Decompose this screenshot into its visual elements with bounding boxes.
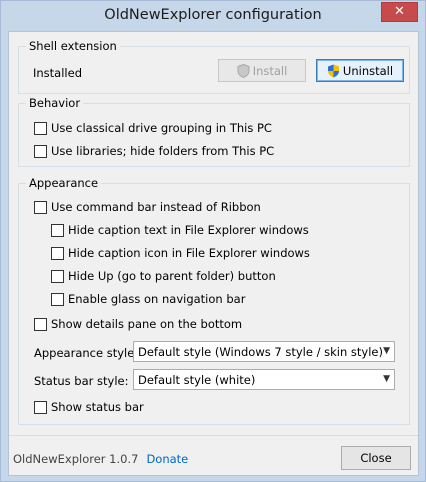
hide-up-button-checkbox[interactable]: [51, 269, 64, 283]
shield-icon: [327, 64, 339, 77]
window-title: OldNewExplorer configuration: [104, 7, 322, 23]
command-bar-option[interactable]: Use command bar instead of Ribbon: [34, 200, 261, 214]
window-close-button[interactable]: ✕: [381, 2, 418, 22]
close-button[interactable]: Close: [341, 446, 411, 470]
close-icon: ✕: [394, 4, 405, 19]
appearance-group: Appearance Use command bar instead of Ri…: [18, 176, 410, 425]
show-status-bar-label: Show status bar: [51, 400, 144, 414]
hide-up-button-label: Hide Up (go to parent folder) button: [68, 269, 276, 283]
show-status-bar-option[interactable]: Show status bar: [34, 400, 144, 414]
use-libraries-option[interactable]: Use libraries; hide folders from This PC: [34, 144, 274, 158]
install-button[interactable]: Install: [218, 59, 306, 82]
classical-drive-grouping-label: Use classical drive grouping in This PC: [51, 121, 272, 135]
hide-caption-icon-label: Hide caption icon in File Explorer windo…: [68, 246, 310, 260]
details-pane-label: Show details pane on the bottom: [51, 317, 243, 331]
details-pane-checkbox[interactable]: [34, 317, 47, 331]
shell-extension-group: Shell extension Installed Install Uninst…: [18, 39, 410, 94]
hide-caption-text-checkbox[interactable]: [51, 223, 64, 237]
donate-link[interactable]: Donate: [146, 452, 188, 466]
appearance-group-label: Appearance: [26, 176, 102, 190]
hide-up-button-option[interactable]: Hide Up (go to parent folder) button: [51, 269, 276, 283]
classical-drive-grouping-option[interactable]: Use classical drive grouping in This PC: [34, 121, 272, 135]
details-pane-option[interactable]: Show details pane on the bottom: [34, 317, 242, 331]
config-window: OldNewExplorer configuration ✕ Shell ext…: [0, 0, 426, 482]
footer-divider: [9, 435, 418, 436]
appearance-style-select[interactable]: Default style (Windows 7 style / skin st…: [133, 341, 395, 362]
hide-caption-text-option[interactable]: Hide caption text in File Explorer windo…: [51, 223, 309, 237]
use-libraries-label: Use libraries; hide folders from This PC: [51, 144, 275, 158]
behavior-group: Behavior Use classical drive grouping in…: [18, 96, 410, 167]
status-bar-style-value: Default style (white): [138, 372, 256, 387]
hide-caption-text-label: Hide caption text in File Explorer windo…: [68, 223, 309, 237]
shell-extension-status: Installed: [33, 66, 82, 80]
chevron-down-icon: ▼: [383, 374, 390, 384]
close-button-label: Close: [360, 451, 392, 465]
appearance-style-value: Default style (Windows 7 style / skin st…: [138, 344, 383, 359]
enable-glass-label: Enable glass on navigation bar: [68, 292, 246, 306]
appearance-style-label: Appearance style:: [34, 346, 139, 360]
uninstall-button-label: Uninstall: [342, 63, 394, 78]
uninstall-button[interactable]: Uninstall: [316, 59, 404, 82]
status-bar-style-label: Status bar style:: [34, 374, 129, 388]
enable-glass-checkbox[interactable]: [51, 292, 64, 306]
hide-caption-icon-checkbox[interactable]: [51, 246, 64, 260]
hide-caption-icon-option[interactable]: Hide caption icon in File Explorer windo…: [51, 246, 310, 260]
command-bar-label: Use command bar instead of Ribbon: [51, 200, 261, 214]
version-text: OldNewExplorer 1.0.7: [13, 452, 139, 466]
behavior-group-label: Behavior: [26, 96, 84, 110]
shell-extension-group-label: Shell extension: [26, 39, 120, 53]
title-bar[interactable]: OldNewExplorer configuration ✕: [1, 1, 425, 31]
install-button-label: Install: [252, 63, 288, 78]
classical-drive-grouping-checkbox[interactable]: [34, 121, 47, 135]
enable-glass-option[interactable]: Enable glass on navigation bar: [51, 292, 245, 306]
footer-info: OldNewExplorer 1.0.7 Donate: [13, 452, 188, 466]
shield-icon: [237, 63, 250, 78]
show-status-bar-checkbox[interactable]: [34, 400, 47, 414]
chevron-down-icon: ▼: [383, 346, 390, 356]
command-bar-checkbox[interactable]: [34, 200, 47, 214]
status-bar-style-select[interactable]: Default style (white) ▼: [133, 369, 395, 390]
use-libraries-checkbox[interactable]: [34, 144, 47, 158]
dialog-client-area: Shell extension Installed Install Uninst…: [8, 31, 419, 476]
